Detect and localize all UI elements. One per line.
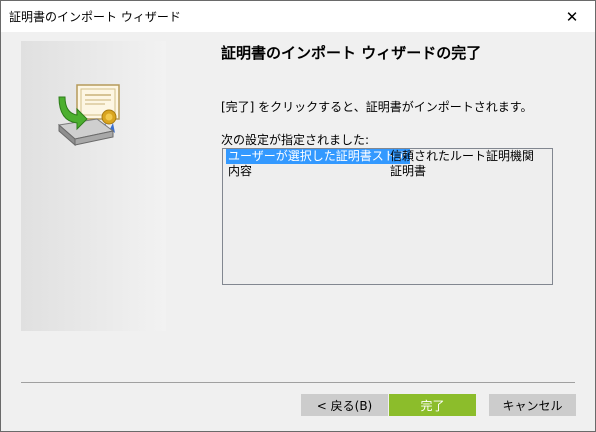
list-item[interactable]: 内容 証明書 [223,164,552,179]
divider [21,382,575,383]
certificate-import-icon [57,84,120,147]
setting-name: ユーザーが選択した証明書ストア [226,149,410,164]
window-title: 証明書のインポート ウィザード [9,10,181,24]
setting-name: 内容 [228,164,253,178]
setting-value: 信頼されたルート証明機関 [390,149,535,163]
back-button[interactable]: < 戻る(B) [301,394,388,416]
settings-list[interactable]: ユーザーが選択した証明書ストア 信頼されたルート証明機関 内容 証明書 [222,148,553,285]
certificate-import-wizard-window: 証明書のインポート ウィザード ✕ 証明書のインポート ウィザードの完了 [完了… [0,0,596,432]
list-item[interactable]: ユーザーが選択した証明書ストア 信頼されたルート証明機関 [223,149,552,164]
close-icon: ✕ [565,7,579,26]
cancel-button[interactable]: キャンセル [489,394,576,416]
settings-label: 次の設定が指定されました: [221,133,370,147]
title-bar: 証明書のインポート ウィザード ✕ [1,1,595,32]
finish-button[interactable]: 完了 [389,394,476,416]
instruction-text: [完了] をクリックすると、証明書がインポートされます。 [221,100,533,114]
side-panel [21,41,166,331]
close-button[interactable]: ✕ [549,1,595,32]
setting-value: 証明書 [390,164,427,178]
wizard-content: 証明書のインポート ウィザードの完了 [完了] をクリックすると、証明書がインポ… [1,32,595,431]
page-title: 証明書のインポート ウィザードの完了 [221,44,482,62]
